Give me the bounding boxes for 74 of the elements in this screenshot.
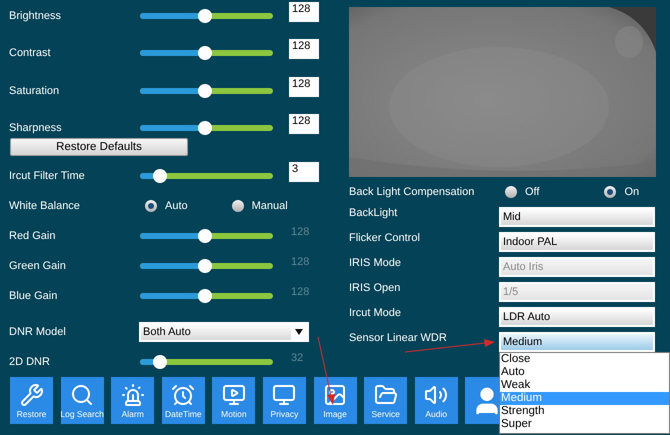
- setting-label: 2D DNR: [9, 354, 51, 370]
- select-field[interactable]: LDR Auto: [499, 306, 655, 326]
- setting-label: Flicker Control: [349, 232, 420, 244]
- search-icon: [70, 382, 94, 406]
- setting-label: Back Light Compensation: [349, 184, 476, 200]
- setting-label: DNR Model: [9, 324, 67, 340]
- value-text: 32: [291, 350, 304, 366]
- image-icon: [323, 382, 348, 406]
- toolbar-button[interactable]: Privacy: [262, 377, 306, 424]
- monitor-icon: [222, 382, 246, 406]
- slider-thumb[interactable]: [152, 169, 167, 183]
- setting-label: Ircut Filter Time: [9, 168, 86, 184]
- setting-label: Red Gain: [9, 228, 56, 244]
- value-field[interactable]: 128: [289, 39, 319, 60]
- restore-defaults-button[interactable]: Restore Defaults: [10, 138, 188, 156]
- siren-icon: [120, 382, 145, 406]
- annotation-arrow: [318, 336, 335, 405]
- radio-button[interactable]: [505, 186, 517, 198]
- setting-label: BackLight: [349, 207, 398, 219]
- dropdown-option[interactable]: Weak: [500, 379, 669, 392]
- value-field[interactable]: 3: [289, 162, 319, 182]
- wrench-icon: [20, 382, 44, 406]
- monitor-icon: [272, 382, 296, 406]
- setting-label: Sensor Linear WDR: [349, 332, 447, 344]
- dropdown-option[interactable]: Close: [500, 353, 669, 366]
- setting-label: Contrast: [9, 46, 52, 61]
- slider-thumb[interactable]: [152, 355, 167, 369]
- toolbar-button[interactable]: Log Search: [60, 377, 104, 424]
- setting-label: IRIS Mode: [349, 257, 401, 269]
- value-field[interactable]: 128: [289, 114, 319, 134]
- dropdown-arrow-icon: [295, 329, 303, 335]
- slider-thumb[interactable]: [198, 46, 212, 60]
- setting-label: Ircut Mode: [349, 307, 401, 319]
- dropdown-option[interactable]: Auto: [500, 366, 669, 379]
- dnr-select[interactable]: Both Auto: [139, 322, 309, 342]
- slider-thumb[interactable]: [198, 121, 212, 136]
- setting-label: Blue Gain: [9, 288, 58, 304]
- select-field[interactable]: Mid: [499, 206, 655, 226]
- radio-label: Manual: [252, 198, 288, 214]
- value-field[interactable]: 128: [289, 76, 319, 97]
- radio-button[interactable]: [232, 200, 244, 212]
- toolbar-button[interactable]: Alarm: [111, 377, 154, 424]
- slider-thumb[interactable]: [198, 229, 212, 243]
- radio-button[interactable]: [145, 200, 157, 212]
- toolbar-button[interactable]: Audio: [414, 377, 458, 424]
- value-text: 128: [291, 254, 310, 270]
- select-field[interactable]: Medium: [499, 332, 655, 352]
- toolbar-button[interactable]: Service: [364, 377, 408, 424]
- toolbar-button[interactable]: DateTime: [162, 377, 205, 424]
- toolbar-button[interactable]: Restore: [10, 377, 53, 424]
- value-text: 128: [291, 224, 310, 240]
- dropdown-option[interactable]: Strength: [500, 405, 669, 418]
- toolbar-button[interactable]: Motion: [212, 377, 256, 424]
- setting-label: Green Gain: [9, 258, 67, 274]
- slider-thumb[interactable]: [198, 259, 212, 273]
- radio-label: Off: [525, 184, 540, 200]
- setting-label: IRIS Open: [349, 282, 400, 294]
- slider-thumb[interactable]: [198, 289, 212, 303]
- setting-label: Saturation: [9, 84, 60, 98]
- setting-label: Brightness: [9, 8, 62, 24]
- setting-label: Sharpness: [9, 121, 63, 136]
- alarm-clock-icon: [171, 382, 196, 406]
- value-field[interactable]: 128: [289, 2, 319, 22]
- folder-icon: [374, 382, 398, 406]
- slider-thumb[interactable]: [198, 8, 212, 23]
- setting-label: White Balance: [9, 198, 81, 214]
- dropdown-option[interactable]: Super: [500, 418, 669, 431]
- select-field[interactable]: Indoor PAL: [499, 232, 655, 252]
- radio-label: On: [624, 184, 640, 200]
- radio-button[interactable]: [604, 186, 616, 198]
- slider-thumb[interactable]: [198, 84, 212, 98]
- toolbar-button[interactable]: Image: [314, 377, 357, 424]
- value-text: 128: [291, 284, 310, 300]
- radio-label: Auto: [165, 198, 188, 214]
